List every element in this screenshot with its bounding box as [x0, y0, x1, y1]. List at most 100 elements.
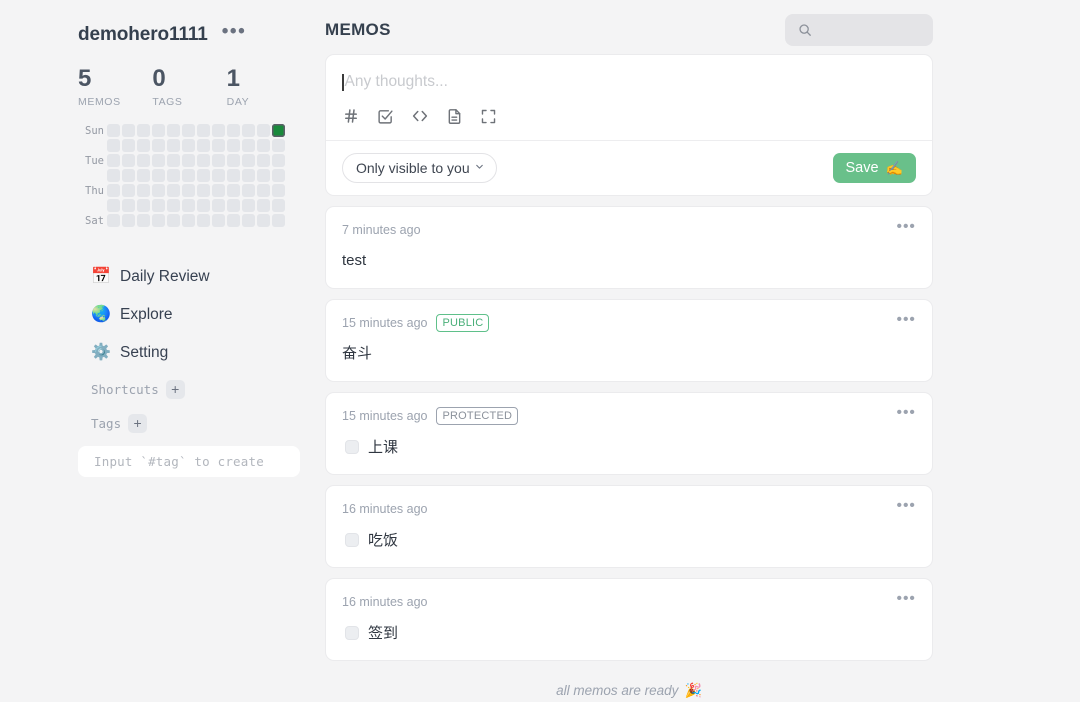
heatmap-cell[interactable]	[122, 214, 135, 227]
heatmap-cell[interactable]	[227, 184, 240, 197]
heatmap-cell[interactable]	[182, 124, 195, 137]
heatmap-cell[interactable]	[272, 124, 285, 137]
search-input[interactable]	[785, 13, 933, 46]
heatmap-cell[interactable]	[272, 154, 285, 167]
memo-more-button[interactable]: •••	[897, 591, 916, 608]
heatmap-cell[interactable]	[152, 139, 165, 152]
heatmap-cell[interactable]	[227, 154, 240, 167]
heatmap-cell[interactable]	[257, 214, 270, 227]
heatmap-cell[interactable]	[257, 184, 270, 197]
heatmap-cell[interactable]	[212, 199, 225, 212]
memo-card[interactable]: 16 minutes ago ••• 签到	[325, 578, 933, 661]
heatmap-cell[interactable]	[137, 199, 150, 212]
heatmap-cell[interactable]	[272, 214, 285, 227]
memo-more-button[interactable]: •••	[897, 498, 916, 515]
heatmap-cell[interactable]	[197, 214, 210, 227]
heatmap-cell[interactable]	[137, 154, 150, 167]
sidebar-item-setting[interactable]: ⚙️ Setting	[78, 334, 301, 372]
heatmap-cell[interactable]	[152, 124, 165, 137]
heatmap-cell[interactable]	[167, 214, 180, 227]
heatmap-cell[interactable]	[182, 214, 195, 227]
heatmap-cell[interactable]	[152, 214, 165, 227]
heatmap-cell[interactable]	[257, 199, 270, 212]
todo-checkbox[interactable]	[345, 625, 359, 640]
sidebar-item-explore[interactable]: 🌏 Explore	[78, 296, 301, 334]
user-more-button[interactable]: •••	[222, 22, 246, 44]
add-shortcut-button[interactable]: +	[165, 379, 185, 399]
heatmap-cell[interactable]	[167, 154, 180, 167]
memo-more-button[interactable]: •••	[897, 219, 916, 236]
heatmap-cell[interactable]	[272, 184, 285, 197]
heatmap-cell[interactable]	[212, 169, 225, 182]
heatmap-cell[interactable]	[107, 199, 120, 212]
memo-card[interactable]: 15 minutes ago PROTECTED ••• 上课	[325, 392, 933, 475]
heatmap-cell[interactable]	[137, 214, 150, 227]
heatmap-cell[interactable]	[257, 154, 270, 167]
todo-checkbox[interactable]	[345, 439, 359, 454]
todo-checkbox[interactable]	[345, 532, 359, 547]
hash-icon[interactable]	[342, 107, 360, 125]
heatmap-cell[interactable]	[122, 169, 135, 182]
heatmap-cell[interactable]	[182, 154, 195, 167]
tag-create-hint[interactable]: Input `#tag` to create	[78, 446, 300, 477]
heatmap-cell[interactable]	[242, 214, 255, 227]
heatmap-cell[interactable]	[137, 169, 150, 182]
memo-card[interactable]: 16 minutes ago ••• 吃饭	[325, 485, 933, 568]
heatmap-cell[interactable]	[122, 199, 135, 212]
fullscreen-icon[interactable]	[480, 108, 497, 125]
heatmap-cell[interactable]	[242, 124, 255, 137]
code-icon[interactable]	[411, 107, 429, 125]
heatmap-cell[interactable]	[272, 169, 285, 182]
heatmap-cell[interactable]	[107, 139, 120, 152]
save-button[interactable]: Save ✍️	[832, 153, 916, 183]
heatmap-cell[interactable]	[227, 139, 240, 152]
heatmap-cell[interactable]	[107, 184, 120, 197]
heatmap-cell[interactable]	[182, 199, 195, 212]
heatmap-cell[interactable]	[182, 169, 195, 182]
heatmap-cell[interactable]	[227, 169, 240, 182]
heatmap-cell[interactable]	[122, 154, 135, 167]
heatmap-cell[interactable]	[197, 139, 210, 152]
checkbox-icon[interactable]	[377, 108, 394, 125]
heatmap-cell[interactable]	[167, 184, 180, 197]
memo-editor-input[interactable]: Any thoughts...	[342, 69, 916, 95]
memo-card[interactable]: 7 minutes ago ••• test	[325, 206, 933, 289]
heatmap-cell[interactable]	[182, 139, 195, 152]
heatmap-cell[interactable]	[122, 184, 135, 197]
heatmap-cell[interactable]	[167, 139, 180, 152]
heatmap-cell[interactable]	[167, 199, 180, 212]
heatmap-cell[interactable]	[212, 184, 225, 197]
heatmap-cell[interactable]	[197, 199, 210, 212]
heatmap-cell[interactable]	[197, 124, 210, 137]
heatmap-cell[interactable]	[107, 214, 120, 227]
heatmap-cell[interactable]	[227, 214, 240, 227]
heatmap-cell[interactable]	[257, 139, 270, 152]
heatmap-cell[interactable]	[257, 169, 270, 182]
heatmap-cell[interactable]	[152, 199, 165, 212]
memo-editor[interactable]: Any thoughts... Only visible to you Save…	[325, 54, 933, 196]
heatmap-cell[interactable]	[212, 139, 225, 152]
memo-card[interactable]: 15 minutes ago PUBLIC ••• 奋斗	[325, 299, 933, 382]
heatmap-cell[interactable]	[107, 169, 120, 182]
heatmap-cell[interactable]	[197, 169, 210, 182]
heatmap-cell[interactable]	[272, 139, 285, 152]
heatmap-cell[interactable]	[152, 169, 165, 182]
heatmap-cell[interactable]	[212, 124, 225, 137]
document-icon[interactable]	[446, 108, 463, 125]
heatmap-cell[interactable]	[122, 139, 135, 152]
sidebar-item-daily-review[interactable]: 📅 Daily Review	[78, 258, 301, 296]
heatmap-cell[interactable]	[107, 154, 120, 167]
heatmap-cell[interactable]	[197, 184, 210, 197]
heatmap-cell[interactable]	[197, 154, 210, 167]
heatmap-cell[interactable]	[182, 184, 195, 197]
visibility-select[interactable]: Only visible to you	[342, 153, 497, 183]
heatmap-cell[interactable]	[272, 199, 285, 212]
heatmap-cell[interactable]	[122, 124, 135, 137]
heatmap-cell[interactable]	[167, 124, 180, 137]
heatmap-cell[interactable]	[152, 154, 165, 167]
heatmap-cell[interactable]	[107, 124, 120, 137]
heatmap-cell[interactable]	[227, 124, 240, 137]
heatmap-cell[interactable]	[212, 214, 225, 227]
heatmap-cell[interactable]	[227, 199, 240, 212]
heatmap-cell[interactable]	[242, 199, 255, 212]
